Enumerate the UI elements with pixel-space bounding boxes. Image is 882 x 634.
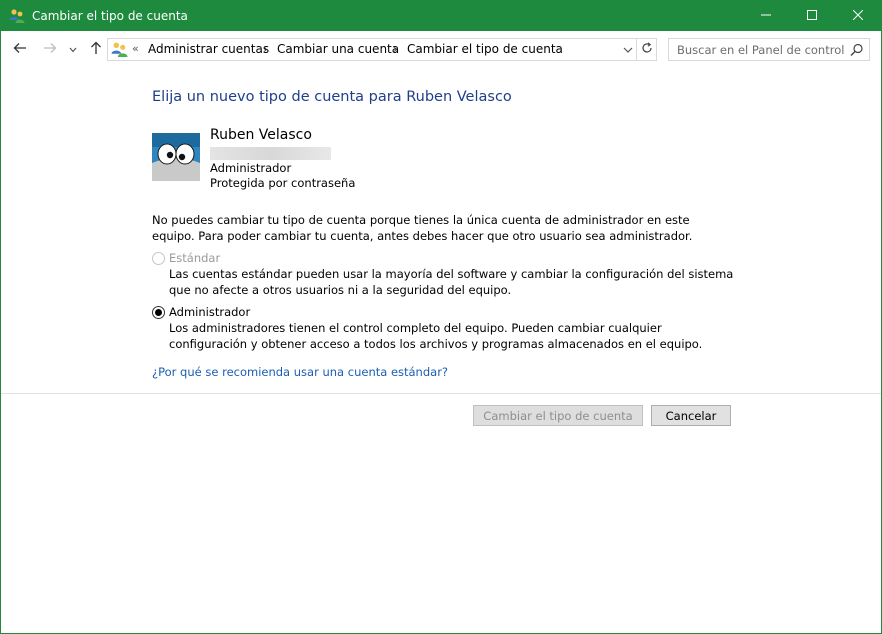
breadcrumb-item[interactable]: Cambiar el tipo de cuenta (407, 42, 563, 56)
breadcrumb-item[interactable]: Administrar cuentas (148, 42, 269, 56)
arrow-left-icon (13, 42, 27, 57)
breadcrumb-separator-icon[interactable]: › (393, 42, 398, 56)
radio-standard-circle[interactable] (152, 251, 165, 265)
refresh-button[interactable] (637, 38, 657, 61)
address-bar[interactable]: « Administrar cuentas › Cambiar una cuen… (107, 38, 637, 61)
users-icon (9, 8, 25, 24)
maximize-button[interactable] (789, 1, 835, 31)
radio-standard-label: Estándar (169, 251, 221, 265)
address-dropdown-button[interactable] (622, 43, 634, 57)
up-button[interactable] (85, 39, 107, 59)
close-icon (852, 9, 864, 23)
chevron-down-icon (623, 47, 633, 53)
breadcrumb-item[interactable]: Cambiar una cuenta (277, 42, 399, 56)
search-box[interactable] (668, 38, 870, 61)
back-button[interactable] (9, 39, 31, 59)
avatar (152, 133, 200, 181)
help-link[interactable]: ¿Por qué se recomienda usar una cuenta e… (152, 365, 448, 379)
notice-text: No puedes cambiar tu tipo de cuenta porq… (152, 213, 693, 243)
page-title: Elija un nuevo tipo de cuenta para Ruben… (152, 89, 512, 105)
breadcrumb-separator-icon[interactable]: › (263, 42, 268, 56)
radio-administrator-description: Los administradores tienen el control co… (169, 321, 703, 351)
minimize-icon (761, 9, 771, 23)
search-input[interactable] (669, 39, 845, 60)
search-icon[interactable] (849, 42, 865, 58)
user-protection-status: Protegida por contraseña (210, 176, 356, 190)
user-role: Administrador (210, 161, 292, 175)
radio-administrator-circle[interactable] (152, 305, 165, 319)
close-button[interactable] (835, 1, 881, 31)
recent-locations-button[interactable] (65, 39, 81, 59)
refresh-icon (641, 42, 653, 57)
arrow-up-icon (90, 41, 102, 58)
radio-administrator[interactable]: Administrador (152, 305, 250, 319)
redacted-email (210, 147, 331, 160)
control-panel-users-icon (111, 41, 128, 58)
chevron-down-icon (69, 42, 77, 56)
window-title: Cambiar el tipo de cuenta (32, 9, 188, 23)
window: Cambiar el tipo de cuenta « Administrar … (0, 0, 882, 634)
radio-standard[interactable]: Estándar (152, 251, 220, 265)
radio-administrator-label: Administrador (169, 305, 251, 319)
forward-button[interactable] (39, 39, 61, 59)
cancel-button[interactable]: Cancelar (651, 405, 731, 426)
title-bar: Cambiar el tipo de cuenta (1, 1, 881, 31)
main-content: Elija un nuevo tipo de cuenta para Ruben… (1, 67, 881, 633)
radio-standard-description: Las cuentas estándar pueden usar la mayo… (169, 267, 734, 297)
divider (1, 393, 881, 394)
user-name: Ruben Velasco (210, 127, 312, 143)
maximize-icon (807, 9, 817, 23)
change-account-type-button[interactable]: Cambiar el tipo de cuenta (473, 405, 643, 426)
minimize-button[interactable] (743, 1, 789, 31)
breadcrumb-overflow[interactable]: « (132, 42, 139, 55)
navigation-bar: « Administrar cuentas › Cambiar una cuen… (1, 31, 881, 67)
arrow-right-icon (43, 42, 57, 57)
